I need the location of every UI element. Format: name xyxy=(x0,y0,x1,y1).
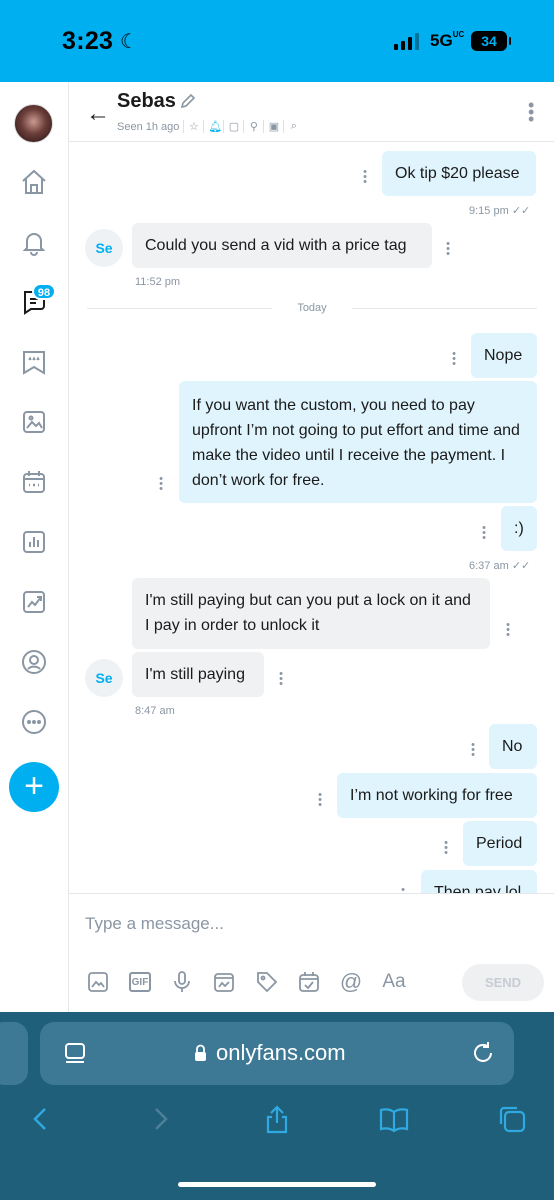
message-bubble-incoming[interactable]: I'm still paying but can you put a lock … xyxy=(132,578,490,649)
chat-subheader: Seen 1h ago ☆ 🔔︎ ▢ ⚲ ▣ ⌕ xyxy=(117,120,299,133)
message-time: 6:37 am ✓✓ xyxy=(469,560,531,572)
address-bar[interactable]: onlyfans.com xyxy=(40,1022,514,1085)
calendar-icon[interactable] xyxy=(20,468,48,496)
vault-media-icon[interactable] xyxy=(212,970,236,994)
message-bubble-incoming[interactable]: I'm still paying xyxy=(132,652,264,697)
message-menu-icon[interactable]: ••• xyxy=(318,790,322,811)
message-time: 8:47 am xyxy=(135,705,175,717)
vault-icon[interactable] xyxy=(20,408,48,436)
messages-badge: 98 xyxy=(32,283,56,300)
previous-tab[interactable] xyxy=(0,1022,28,1085)
message-menu-icon[interactable]: ••• xyxy=(452,349,456,370)
star-icon[interactable]: ☆ xyxy=(183,120,199,133)
message-bubble-outgoing[interactable]: I’m not working for free xyxy=(337,773,537,818)
bell-icon[interactable]: 🔔︎ xyxy=(203,120,222,133)
moon-icon: ☾ xyxy=(120,31,138,53)
notifications-icon[interactable] xyxy=(20,228,48,256)
mention-button[interactable]: @ xyxy=(339,970,363,994)
gif-button[interactable]: GIF xyxy=(129,972,151,992)
message-menu-icon[interactable]: ••• xyxy=(279,669,283,690)
message-bubble-outgoing[interactable]: If you want the custom, you need to pay … xyxy=(179,381,537,503)
back-arrow-icon[interactable]: ← xyxy=(86,100,110,128)
media-icon[interactable]: ▣ xyxy=(263,120,279,133)
message-bubble-outgoing[interactable]: Nope xyxy=(471,333,537,378)
forward-icon[interactable] xyxy=(145,1104,175,1134)
more-icon[interactable] xyxy=(20,708,48,736)
day-separator: Today xyxy=(87,301,537,315)
text-format-button[interactable]: Aa xyxy=(379,970,409,994)
contact-avatar[interactable]: Se xyxy=(85,229,123,267)
status-bar: 3:23 ☾ 5GUC 34 xyxy=(0,0,554,82)
microphone-icon[interactable] xyxy=(170,970,194,994)
statistics-icon[interactable] xyxy=(20,528,48,556)
reload-icon[interactable] xyxy=(470,1040,496,1066)
message-menu-icon[interactable]: ••• xyxy=(482,523,486,544)
message-composer: GIF @ Aa SEND xyxy=(69,893,554,1012)
message-menu-icon[interactable]: ••• xyxy=(159,474,163,495)
sidebar: 98 + xyxy=(0,82,69,1012)
network-indicator: 5GUC xyxy=(430,30,465,51)
message-menu-icon[interactable]: ••• xyxy=(446,239,450,260)
image-icon[interactable] xyxy=(86,970,110,994)
url-text[interactable]: onlyfans.com xyxy=(216,1040,346,1066)
last-seen-text: Seen 1h ago xyxy=(117,120,180,133)
tabs-icon[interactable] xyxy=(497,1104,527,1134)
collections-icon[interactable] xyxy=(20,348,48,376)
message-input[interactable] xyxy=(85,906,525,942)
message-bubble-outgoing[interactable]: No xyxy=(489,724,537,769)
analytics-icon[interactable] xyxy=(20,588,48,616)
home-indicator xyxy=(178,1182,376,1187)
pin-icon[interactable]: ⚲ xyxy=(243,120,259,133)
message-menu-icon[interactable]: ••• xyxy=(363,167,367,188)
message-bubble-outgoing[interactable]: :) xyxy=(501,506,537,551)
message-menu-icon[interactable]: ••• xyxy=(506,620,510,641)
home-icon[interactable] xyxy=(20,168,48,196)
back-icon[interactable] xyxy=(26,1104,56,1134)
message-time: 9:15 pm ✓✓ xyxy=(469,205,531,217)
message-bubble-incoming[interactable]: Could you send a vid with a price tag xyxy=(132,223,432,268)
message-bubble-outgoing[interactable]: Period xyxy=(463,821,537,866)
chat-contact-name[interactable]: Sebas xyxy=(117,90,176,113)
new-post-button[interactable]: + xyxy=(9,762,59,812)
lock-icon xyxy=(194,1044,207,1062)
price-tag-icon[interactable] xyxy=(255,970,279,994)
message-list[interactable]: • • • Ok tip $20 please 9:15 pm ✓✓ Se Coul… xyxy=(69,143,554,893)
message-menu-icon[interactable]: ••• xyxy=(471,740,475,761)
note-icon[interactable]: ▢ xyxy=(223,120,239,133)
user-avatar[interactable] xyxy=(14,104,53,143)
message-time: 11:52 pm xyxy=(135,276,181,288)
schedule-icon[interactable] xyxy=(297,970,321,994)
message-bubble-outgoing[interactable]: Ok tip $20 please xyxy=(382,151,536,196)
profile-icon[interactable] xyxy=(20,648,48,676)
message-bubble-outgoing[interactable]: Then pay lol xyxy=(421,870,537,893)
share-icon[interactable] xyxy=(262,1104,292,1134)
browser-toolbar: onlyfans.com xyxy=(0,1012,554,1200)
send-button[interactable]: SEND xyxy=(462,964,544,1001)
contact-avatar[interactable]: Se xyxy=(85,659,123,697)
chat-options-icon[interactable]: • • • xyxy=(528,96,534,128)
search-icon[interactable]: ⌕ xyxy=(283,120,299,133)
bookmarks-icon[interactable] xyxy=(379,1104,409,1134)
battery-indicator: 34 xyxy=(471,31,511,51)
edit-name-icon[interactable] xyxy=(179,92,197,110)
page-menu-icon[interactable] xyxy=(64,1042,86,1066)
status-time: 3:23 xyxy=(62,27,114,55)
signal-icon xyxy=(394,32,419,50)
chat-header: ← Sebas Seen 1h ago ☆ 🔔︎ ▢ ⚲ ▣ ⌕ • • • xyxy=(69,82,554,142)
message-menu-icon[interactable]: ••• xyxy=(444,838,448,859)
